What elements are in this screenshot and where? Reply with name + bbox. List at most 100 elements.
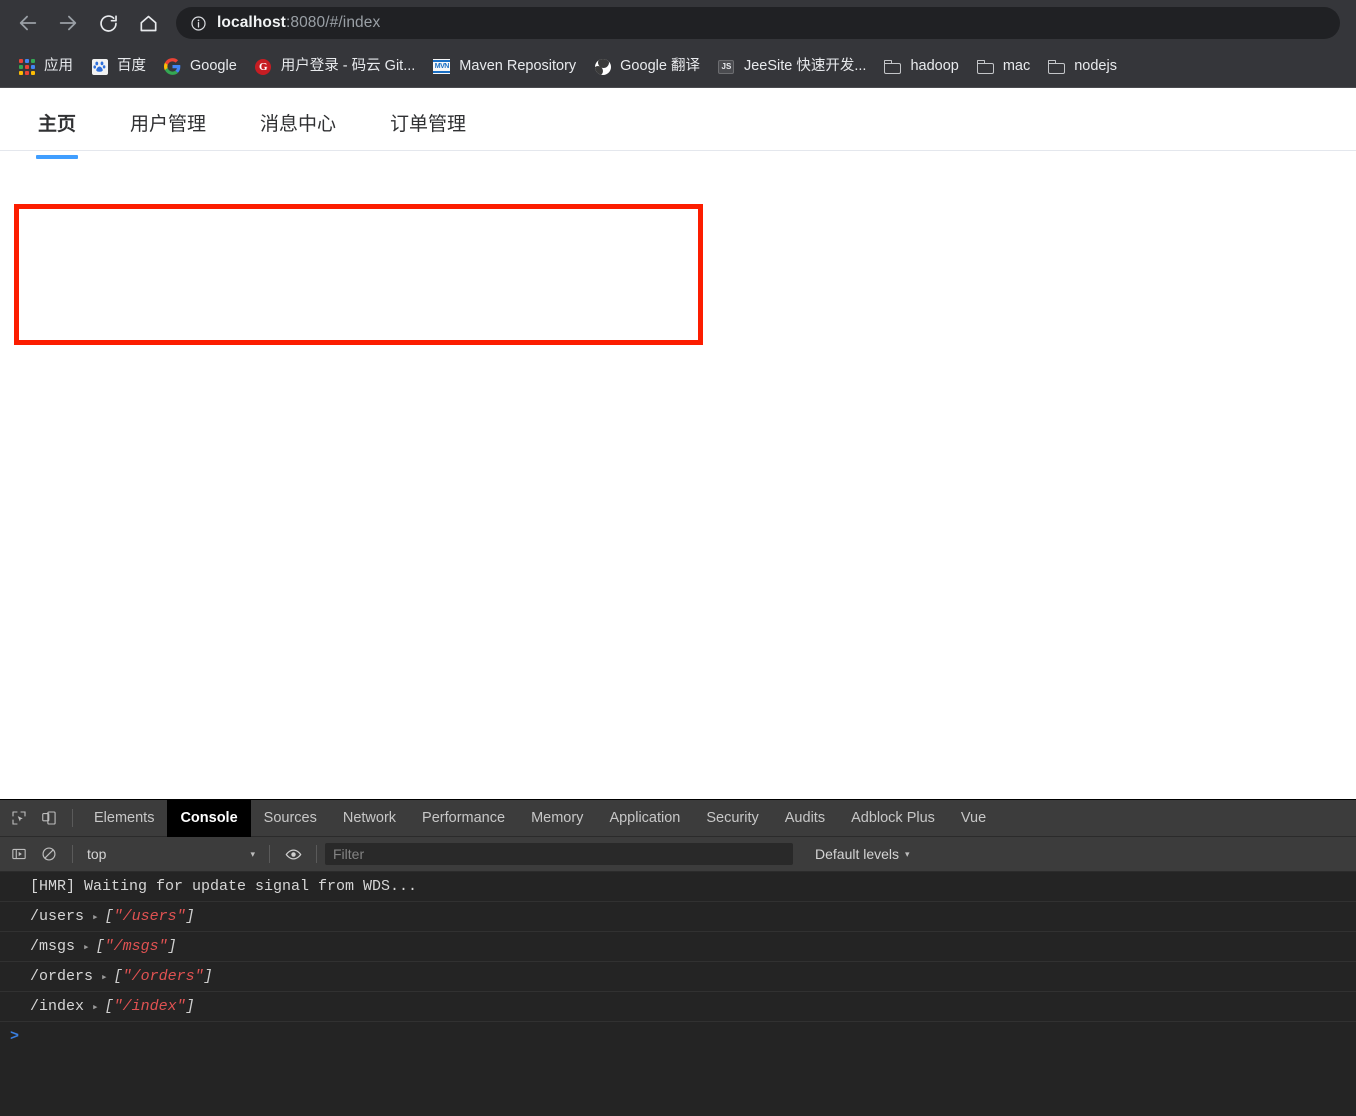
console-message-text: /msgs [30, 938, 76, 955]
bookmark-apps[interactable]: 应用 [10, 53, 81, 81]
bookmark-label: JeeSite 快速开发... [743, 58, 867, 74]
bookmark-label: Maven Repository [459, 58, 577, 74]
devtools-tab-network[interactable]: Network [330, 800, 409, 837]
devtools-tab-memory[interactable]: Memory [518, 800, 596, 837]
chevron-down-icon: ▾ [250, 848, 255, 859]
chevron-down-icon: ▾ [905, 848, 910, 859]
devtools-tab-vue[interactable]: Vue [948, 800, 999, 837]
devtools-tab-adblock-plus[interactable]: Adblock Plus [838, 800, 948, 837]
devtools-tab-sources[interactable]: Sources [251, 800, 330, 837]
console-row-users[interactable]: /users ▸ ["/users"] [0, 902, 1356, 932]
expand-arrow-icon[interactable]: ▸ [101, 970, 108, 984]
back-button[interactable] [8, 3, 48, 43]
array-open-bracket: [ [113, 968, 123, 985]
bookmark-folder-nodejs[interactable]: nodejs [1040, 53, 1125, 81]
array-value: "/msgs" [104, 938, 168, 955]
home-button[interactable] [128, 3, 168, 43]
array-close-bracket: ] [185, 998, 195, 1015]
clear-console-button[interactable] [34, 839, 64, 869]
devtools-tab-console[interactable]: Console [167, 799, 251, 837]
devtools-tab-audits[interactable]: Audits [772, 800, 838, 837]
array-value: "/users" [113, 908, 186, 925]
console-filter-input[interactable] [325, 843, 793, 865]
google-translate-icon [594, 58, 611, 75]
bookmark-maven[interactable]: MVN Maven Repository [425, 53, 584, 81]
arrow-right-icon [59, 15, 77, 31]
bookmark-google-translate[interactable]: Google 翻译 [586, 53, 708, 81]
bookmark-label: hadoop [910, 58, 959, 74]
console-message-text: /orders [30, 968, 94, 985]
app-tab-component: 主页 用户管理 消息中心 订单管理 [0, 88, 1356, 219]
console-context-selector[interactable]: top ▾ [81, 842, 261, 866]
console-prompt[interactable]: > [0, 1022, 1356, 1050]
bookmark-label: mac [1002, 58, 1031, 74]
filterbar-separator [316, 845, 317, 863]
url-path: :8080/#/index [285, 14, 381, 31]
forward-button[interactable] [48, 3, 88, 43]
bookmark-folder-mac[interactable]: mac [969, 53, 1038, 81]
tab-home[interactable]: 主页 [35, 112, 79, 159]
bookmark-google[interactable]: Google [156, 53, 245, 81]
folder-icon [1048, 58, 1066, 75]
devtools-panel: Elements Console Sources Network Perform… [0, 799, 1356, 1116]
annotation-box-tabs [14, 204, 703, 345]
console-row-orders[interactable]: /orders ▸ ["/orders"] [0, 962, 1356, 992]
console-row-msgs[interactable]: /msgs ▸ ["/msgs"] [0, 932, 1356, 962]
live-expression-eye-icon [285, 848, 301, 860]
folder-icon [976, 58, 994, 75]
expand-arrow-icon[interactable]: ▸ [92, 1000, 99, 1014]
bookmark-label: 百度 [117, 58, 146, 74]
url-host: localhost [217, 14, 286, 31]
console-row-hmr[interactable]: [HMR] Waiting for update signal from WDS… [0, 872, 1356, 902]
console-levels-selector[interactable]: Default levels ▾ [809, 842, 916, 866]
bookmark-gitee[interactable]: G 用户登录 - 码云 Git... [247, 53, 424, 81]
bookmark-baidu[interactable]: 百度 [83, 53, 154, 81]
filterbar-separator [269, 845, 270, 863]
devtools-tab-application[interactable]: Application [596, 800, 693, 837]
home-icon [139, 15, 157, 31]
jeesite-icon: JS [718, 58, 735, 75]
device-toolbar-button[interactable] [34, 803, 64, 833]
array-close-bracket: ] [203, 968, 213, 985]
console-sidebar-button[interactable] [4, 839, 34, 869]
page-info-icon[interactable] [190, 15, 207, 32]
bookmarks-bar: 应用 百度 Google G 用户登录 - 码云 Git... MVN Mave… [0, 46, 1356, 88]
live-expression-button[interactable] [278, 839, 308, 869]
prompt-caret-icon: > [10, 1027, 20, 1045]
bookmark-jeesite[interactable]: JS JeeSite 快速开发... [710, 53, 874, 81]
browser-chrome: localhost:8080/#/index 应用 百度 Google G 用户… [0, 0, 1356, 88]
apps-grid-icon [18, 58, 35, 75]
toolbar-separator [72, 809, 73, 827]
address-bar[interactable]: localhost:8080/#/index [176, 7, 1340, 39]
filterbar-separator [72, 845, 73, 863]
expand-arrow-icon[interactable]: ▸ [83, 940, 90, 954]
expand-arrow-icon[interactable]: ▸ [92, 910, 99, 924]
inspect-element-button[interactable] [4, 803, 34, 833]
arrow-left-icon [19, 15, 37, 31]
devtools-tab-performance[interactable]: Performance [409, 800, 518, 837]
console-row-index[interactable]: /index ▸ ["/index"] [0, 992, 1356, 1022]
maven-icon: MVN [433, 58, 451, 75]
bookmark-label: 应用 [44, 58, 73, 74]
levels-label: Default levels [815, 846, 900, 862]
tab-message-center[interactable]: 消息中心 [260, 112, 336, 150]
context-label: top [87, 846, 107, 862]
array-value: "/index" [113, 998, 186, 1015]
inspect-element-icon [12, 811, 26, 825]
array-open-bracket: [ [104, 908, 114, 925]
array-close-bracket: ] [185, 908, 195, 925]
devtools-tab-security[interactable]: Security [693, 800, 771, 837]
tab-order-management[interactable]: 订单管理 [390, 112, 466, 150]
array-open-bracket: [ [104, 998, 114, 1015]
app-tab-list: 主页 用户管理 消息中心 订单管理 [0, 88, 1356, 159]
console-message-list[interactable]: [HMR] Waiting for update signal from WDS… [0, 872, 1356, 1050]
reload-button[interactable] [88, 3, 128, 43]
bookmark-folder-hadoop[interactable]: hadoop [876, 53, 966, 81]
bookmark-label: nodejs [1074, 58, 1117, 74]
address-bar-text: localhost:8080/#/index [217, 14, 380, 32]
bookmark-label: Google 翻译 [620, 58, 700, 74]
tab-user-management[interactable]: 用户管理 [130, 112, 206, 150]
devtools-tab-elements[interactable]: Elements [81, 800, 167, 837]
page-viewport: 主页 用户管理 消息中心 订单管理 [0, 88, 1356, 799]
tab-content-panel [0, 151, 1356, 219]
